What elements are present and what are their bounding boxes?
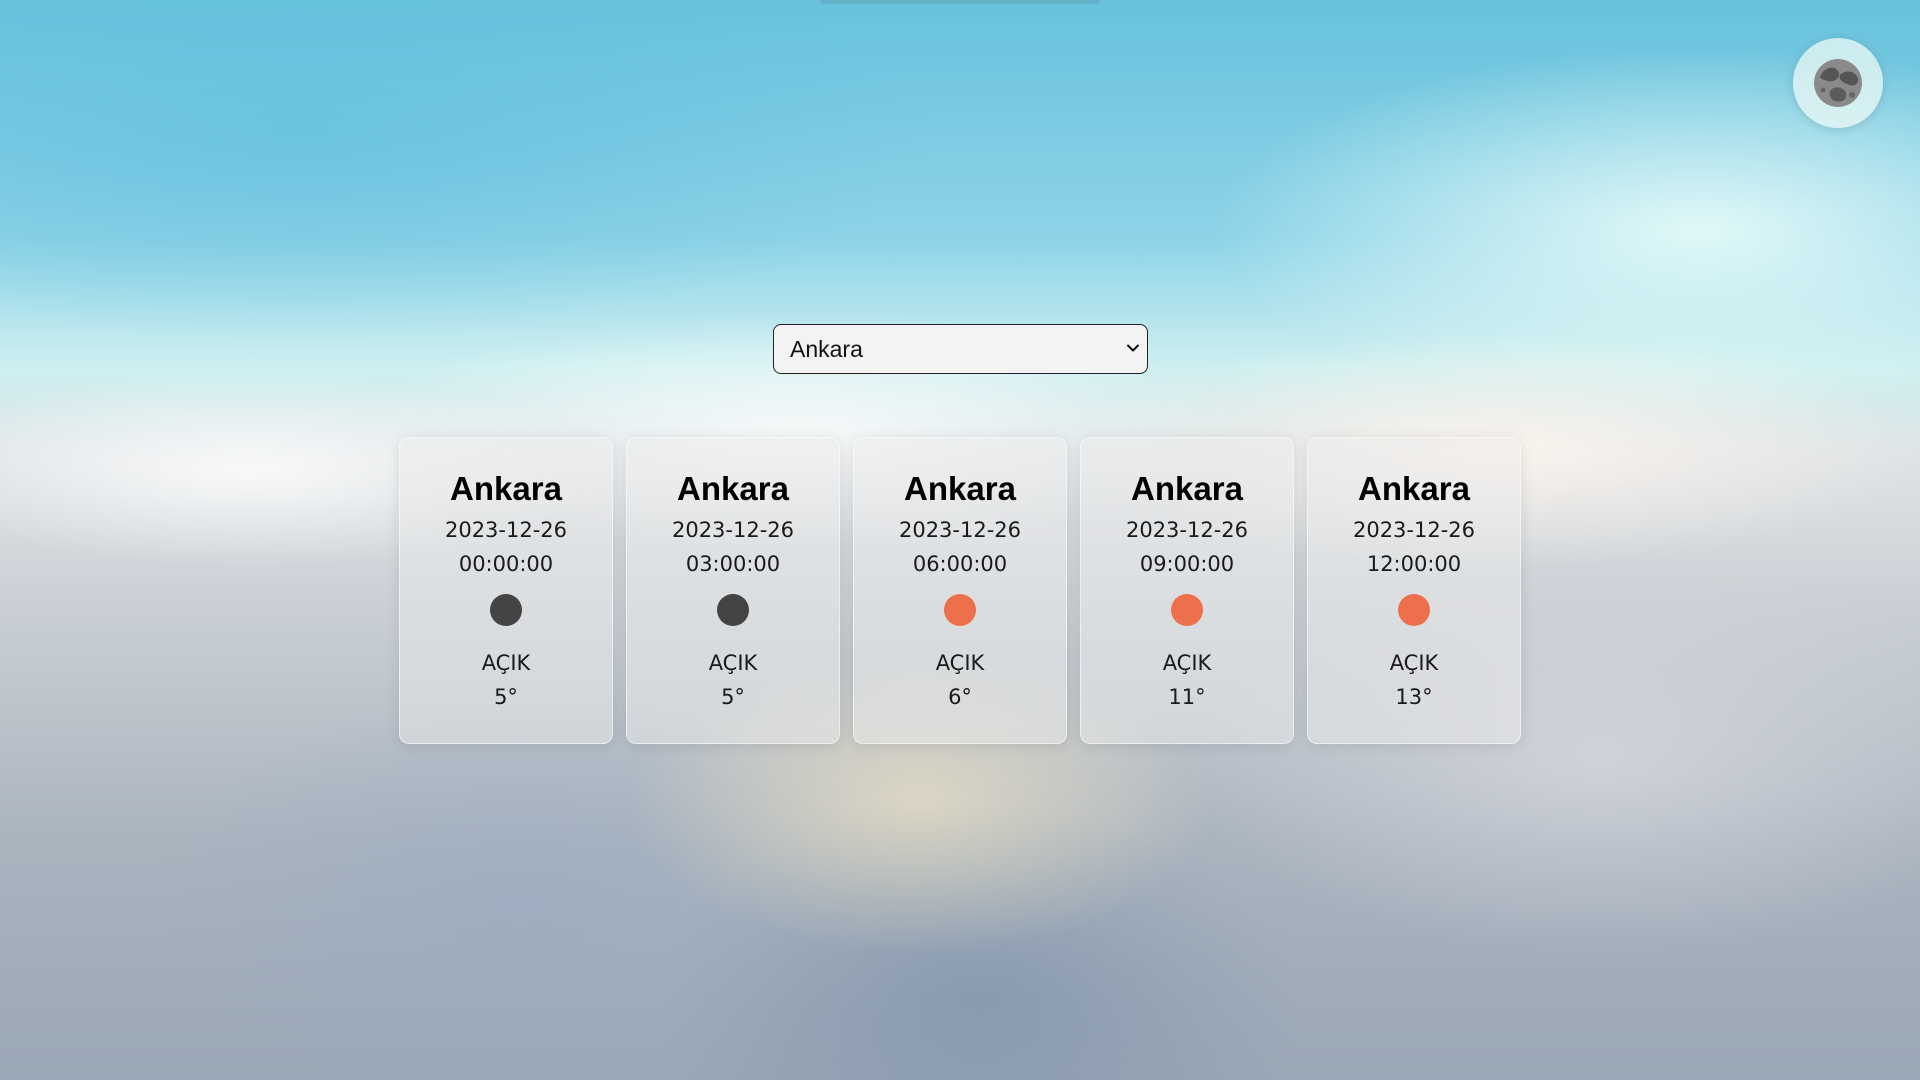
card-city: Ankara [450,470,562,507]
card-temperature: 5° [721,685,745,709]
city-select[interactable]: Ankara [773,324,1148,374]
card-temperature: 11° [1168,685,1206,709]
card-condition: AÇIK [1389,651,1439,675]
forecast-card: Ankara 2023-12-26 09:00:00 AÇIK 11° [1080,437,1294,744]
forecast-card: Ankara 2023-12-26 12:00:00 AÇIK 13° [1307,437,1521,744]
card-time: 06:00:00 [912,552,1008,576]
card-condition: AÇIK [708,651,758,675]
theme-toggle-button[interactable] [1793,38,1883,128]
card-temperature: 5° [494,685,518,709]
card-date: 2023-12-26 [1352,518,1476,542]
night-dot-icon [717,594,749,626]
card-time: 03:00:00 [685,552,781,576]
card-time: 09:00:00 [1139,552,1235,576]
city-select-wrapper: Ankara [773,324,1148,374]
card-date: 2023-12-26 [1125,518,1249,542]
sun-dot-icon [1398,594,1430,626]
card-city: Ankara [677,470,789,507]
forecast-card: Ankara 2023-12-26 06:00:00 AÇIK 6° [853,437,1067,744]
card-temperature: 13° [1395,685,1433,709]
sun-dot-icon [944,594,976,626]
forecast-card-list: Ankara 2023-12-26 00:00:00 AÇIK 5° Ankar… [399,437,1521,744]
card-date: 2023-12-26 [444,518,568,542]
card-condition: AÇIK [1162,651,1212,675]
card-temperature: 6° [948,685,972,709]
top-edge-bar [820,0,1100,4]
forecast-card: Ankara 2023-12-26 00:00:00 AÇIK 5° [399,437,613,744]
moon-icon [1814,59,1862,107]
card-city: Ankara [1358,470,1470,507]
card-city: Ankara [904,470,1016,507]
sun-dot-icon [1171,594,1203,626]
night-dot-icon [490,594,522,626]
card-time: 12:00:00 [1366,552,1462,576]
forecast-card: Ankara 2023-12-26 03:00:00 AÇIK 5° [626,437,840,744]
card-city: Ankara [1131,470,1243,507]
card-date: 2023-12-26 [898,518,1022,542]
card-condition: AÇIK [481,651,531,675]
card-date: 2023-12-26 [671,518,795,542]
card-time: 00:00:00 [458,552,554,576]
card-condition: AÇIK [935,651,985,675]
